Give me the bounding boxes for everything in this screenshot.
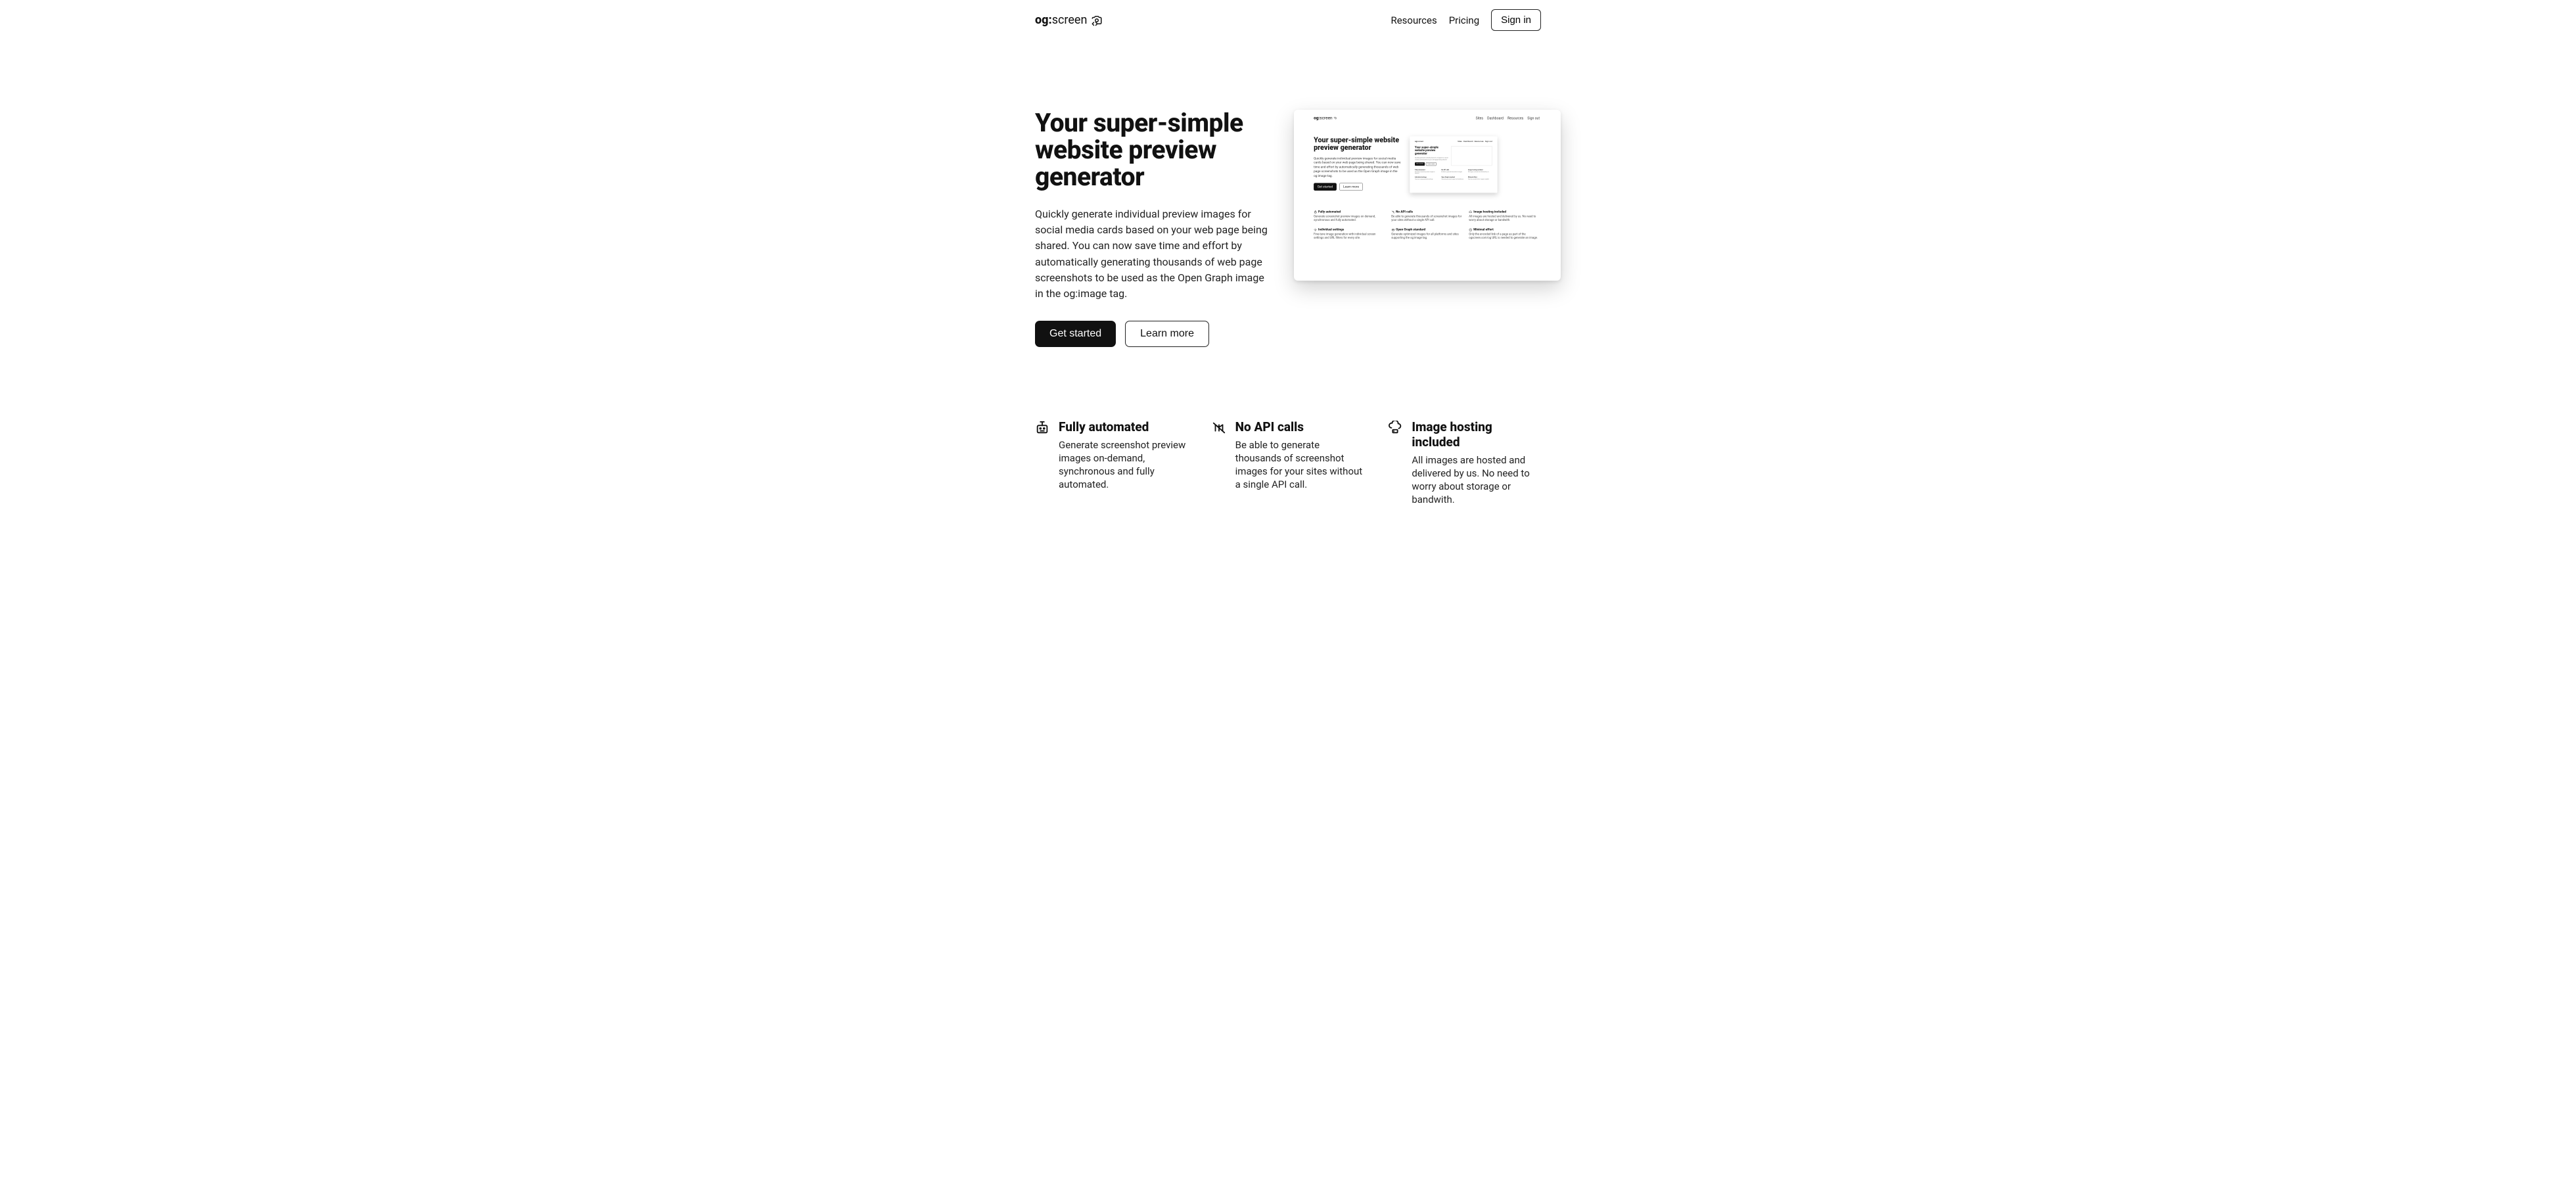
get-started-button[interactable]: Get started bbox=[1035, 321, 1116, 347]
robot-icon bbox=[1314, 210, 1316, 213]
feature-title: Image hosting included bbox=[1412, 419, 1541, 450]
learn-more-button[interactable]: Learn more bbox=[1125, 321, 1209, 347]
cta-row: Get started Learn more bbox=[1035, 321, 1274, 347]
preview-learn-more: Learn more bbox=[1339, 183, 1363, 191]
camera-code-icon bbox=[1091, 14, 1103, 26]
signin-button[interactable]: Sign in bbox=[1491, 9, 1541, 31]
camera-code-icon bbox=[1333, 116, 1337, 121]
preview-card: og:screen Sites Dashboard Resources Sign… bbox=[1294, 110, 1561, 281]
nav-resources[interactable]: Resources bbox=[1391, 14, 1437, 26]
features-section: Fully automated Generate screenshot prev… bbox=[1035, 419, 1541, 507]
no-api-icon bbox=[1212, 419, 1226, 438]
cloud-icon bbox=[1469, 210, 1471, 213]
preview-get-started: Get started bbox=[1314, 183, 1337, 191]
nav-right: Resources Pricing Sign in bbox=[1391, 9, 1541, 31]
preview-nav-sites: Sites bbox=[1476, 116, 1483, 120]
preview-headline: Your super-simple website preview genera… bbox=[1314, 136, 1401, 151]
feature-desc: Be able to generate thousands of screens… bbox=[1235, 438, 1365, 492]
nav-pricing[interactable]: Pricing bbox=[1449, 14, 1479, 26]
hero-section: Your super-simple website preview genera… bbox=[1035, 110, 1541, 347]
feature-title: Fully automated bbox=[1059, 419, 1188, 434]
page-title: Your super-simple website preview genera… bbox=[1035, 110, 1274, 191]
feature-title: No API calls bbox=[1235, 419, 1365, 434]
feature-desc: Generate screenshot preview images on-de… bbox=[1059, 438, 1188, 492]
robot-icon bbox=[1035, 419, 1049, 438]
feature-fully-automated: Fully automated Generate screenshot prev… bbox=[1035, 419, 1188, 507]
no-api-icon bbox=[1391, 210, 1394, 213]
preview-nav-resources: Resources bbox=[1507, 116, 1523, 120]
feature-no-api-calls: No API calls Be able to generate thousan… bbox=[1212, 419, 1365, 507]
preview-sub: Quickly generate individual preview imag… bbox=[1314, 156, 1401, 178]
feature-desc: All images are hosted and delivered by u… bbox=[1412, 454, 1541, 507]
open-graph-icon bbox=[1391, 228, 1394, 231]
minimal-icon bbox=[1469, 228, 1471, 231]
preview-nav-signout: Sign out bbox=[1527, 116, 1540, 120]
cloud-server-icon bbox=[1388, 419, 1402, 438]
feature-image-hosting: Image hosting included All images are ho… bbox=[1388, 419, 1541, 507]
hero-subtitle: Quickly generate individual preview imag… bbox=[1035, 206, 1274, 302]
hero-copy: Your super-simple website preview genera… bbox=[1035, 110, 1274, 347]
preview-nested-card: og:screen SitesDashboardResourcesSign ou… bbox=[1410, 136, 1497, 193]
settings-icon bbox=[1314, 228, 1316, 231]
preview-nav-dashboard: Dashboard bbox=[1487, 116, 1504, 120]
logo[interactable]: og:screen bbox=[1035, 13, 1103, 27]
preview-inner: og:screen Sites Dashboard Resources Sign… bbox=[1294, 110, 1559, 248]
top-nav: og:screen Resources Pricing Sign in bbox=[1035, 0, 1541, 40]
